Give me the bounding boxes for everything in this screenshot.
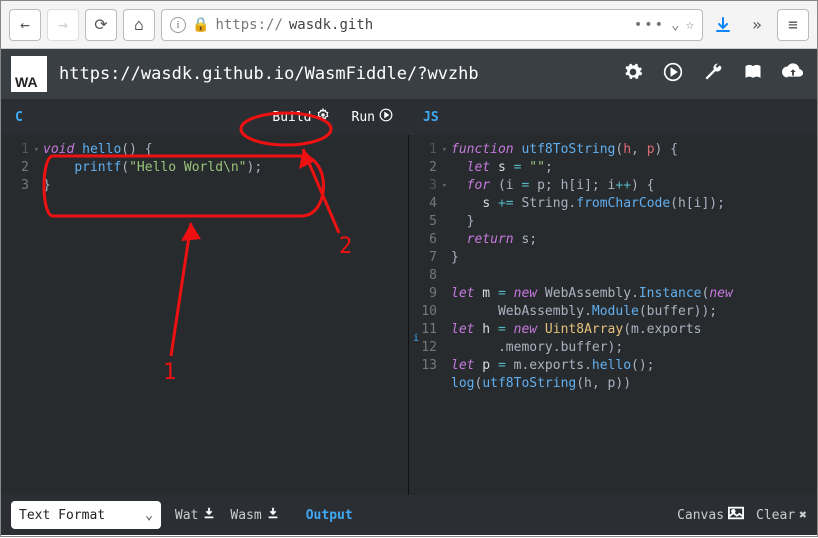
- hamburger-icon: ≡: [788, 15, 798, 34]
- forward-button[interactable]: →: [47, 9, 79, 41]
- gear-icon: [623, 62, 643, 86]
- c-editor[interactable]: 1 2 3 void hello() { printf("Hello World…: [1, 135, 409, 495]
- page-title: https://wasdk.github.io/WasmFiddle/?wvzh…: [59, 64, 607, 84]
- lock-icon: 🔒: [192, 17, 209, 33]
- back-button[interactable]: ←: [9, 9, 41, 41]
- play-circle-icon: [379, 108, 393, 126]
- build-label: Build: [272, 110, 311, 125]
- home-button[interactable]: ⌂: [123, 9, 155, 41]
- cloud-upload-icon: [782, 62, 804, 86]
- downloads-icon[interactable]: [709, 11, 737, 39]
- bookmark-star-icon[interactable]: ☆: [686, 17, 694, 33]
- c-code[interactable]: void hello() { printf("Hello World\n"); …: [43, 141, 402, 195]
- js-code[interactable]: function utf8ToString(h, p) { let s = ""…: [451, 141, 811, 393]
- hamburger-menu-button[interactable]: ≡: [777, 9, 809, 41]
- download-wasm-button[interactable]: Wasm: [230, 506, 279, 524]
- image-icon: [728, 506, 744, 524]
- bottom-bar: Text Format ⌄ Wat Wasm Output Canvas Cle…: [1, 495, 817, 535]
- url-host: wasdk.gith: [289, 17, 373, 33]
- clear-button[interactable]: Clear ✖: [756, 506, 807, 524]
- lint-info-icon[interactable]: i: [413, 333, 419, 344]
- download-icon: [202, 506, 216, 524]
- canvas-button[interactable]: Canvas: [677, 506, 744, 524]
- arrow-left-icon: ←: [20, 15, 30, 34]
- download-icon: [266, 506, 280, 524]
- overflow-chevron-icon[interactable]: »: [743, 11, 771, 39]
- close-icon: ✖: [799, 508, 807, 523]
- run-label: Run: [352, 110, 375, 125]
- upload-button[interactable]: [779, 60, 807, 88]
- download-wat-button[interactable]: Wat: [175, 506, 216, 524]
- format-dropdown-label: Text Format: [19, 508, 105, 523]
- format-dropdown[interactable]: Text Format ⌄: [11, 501, 161, 529]
- play-circle-icon: [663, 62, 683, 86]
- docs-button[interactable]: [739, 60, 767, 88]
- tools-button[interactable]: [699, 60, 727, 88]
- url-prefix: https://: [215, 17, 282, 33]
- app-header: WA https://wasdk.github.io/WasmFiddle/?w…: [1, 49, 817, 99]
- js-gutter: 1 2 3 4 5 6 7 8 9 10 11 12 13 i: [409, 135, 443, 375]
- chevron-down-icon: ⌄: [145, 508, 153, 523]
- wrench-icon: [703, 62, 723, 86]
- reload-button[interactable]: ⟳: [85, 9, 117, 41]
- tab-output[interactable]: Output: [306, 508, 353, 523]
- tab-c[interactable]: C: [1, 110, 37, 125]
- site-info-icon[interactable]: i: [170, 17, 186, 33]
- app-logo: WA: [11, 56, 47, 92]
- browser-toolbar: ← → ⟳ ⌂ i 🔒 https:// wasdk.gith ••• ⌄ ☆ »…: [1, 1, 817, 49]
- arrow-right-icon: →: [58, 15, 68, 34]
- tab-row: C Build Run JS: [1, 99, 817, 135]
- c-gutter: 1 2 3: [1, 135, 35, 195]
- build-button[interactable]: Build: [264, 106, 337, 128]
- js-editor[interactable]: 1 2 3 4 5 6 7 8 9 10 11 12 13 i function…: [409, 135, 817, 495]
- book-icon: [743, 62, 763, 86]
- page-actions-icon[interactable]: •••: [634, 17, 665, 33]
- editor-area: 1 2 3 void hello() { printf("Hello World…: [1, 135, 817, 495]
- gear-icon: [316, 108, 330, 126]
- url-bar[interactable]: i 🔒 https:// wasdk.gith ••• ⌄ ☆: [161, 9, 703, 41]
- c-tab-section: C Build Run: [1, 99, 409, 135]
- play-button[interactable]: [659, 60, 687, 88]
- home-icon: ⌂: [134, 15, 144, 34]
- settings-button[interactable]: [619, 60, 647, 88]
- pocket-icon[interactable]: ⌄: [671, 17, 679, 33]
- js-tab-section: JS: [409, 99, 817, 135]
- tab-js[interactable]: JS: [409, 110, 453, 125]
- run-button[interactable]: Run: [344, 106, 401, 128]
- reload-icon: ⟳: [94, 15, 107, 34]
